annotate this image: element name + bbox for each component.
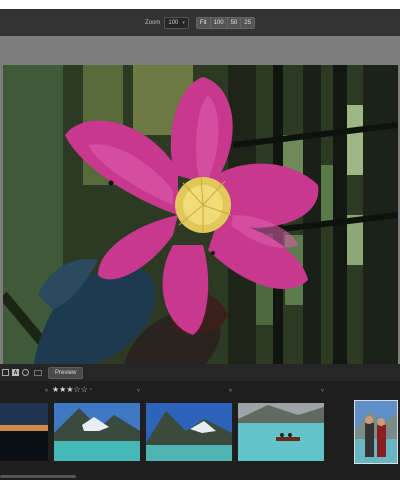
zoom-fit-button[interactable]: Fit — [195, 16, 211, 29]
filmstrip: ▿ ★★★☆☆ ▫ ▿ ▿ ▿ — [0, 381, 400, 480]
badge-icon[interactable]: A — [12, 369, 19, 376]
preview-button[interactable]: Preview — [48, 366, 84, 379]
thumbnail-couple-portrait[interactable] — [354, 400, 398, 464]
main-photo[interactable] — [3, 65, 398, 367]
thumbnail-glacier-lake[interactable] — [54, 403, 140, 461]
chevron-down-icon: ▾ — [182, 19, 185, 26]
label-icon[interactable]: ▫ — [90, 387, 92, 393]
zoom-25-button[interactable]: 25 — [240, 16, 255, 29]
select-checkbox-icon[interactable] — [2, 369, 9, 376]
zoom-presets: Fit 100 50 25 — [195, 16, 255, 29]
flag-icon[interactable]: ▿ — [45, 387, 48, 394]
zoom-label: Zoom — [145, 19, 161, 26]
flag-icon[interactable]: ▿ — [137, 387, 140, 394]
thumbnail-mountain-valley[interactable] — [146, 403, 232, 461]
thumbnail-sunset[interactable] — [0, 403, 48, 461]
flag-icon[interactable]: ▿ — [229, 387, 232, 394]
zoom-select[interactable]: 100 ▾ — [164, 16, 189, 29]
rectangle-icon[interactable] — [34, 369, 42, 376]
window-top-strip — [0, 0, 400, 9]
circle-icon[interactable] — [22, 369, 29, 376]
thumbnail-canoe-lake[interactable] — [238, 403, 324, 461]
zoom-toolbar: Zoom 100 ▾ Fit 100 50 25 — [0, 9, 400, 36]
zoom-100-button[interactable]: 100 — [209, 16, 228, 29]
star-rating[interactable]: ★★★☆☆ — [52, 385, 88, 394]
flag-icon[interactable]: ▿ — [321, 387, 324, 394]
zoom-50-button[interactable]: 50 — [226, 16, 242, 29]
filmstrip-scrollbar[interactable] — [0, 475, 76, 478]
thumbnail-toolbar: A Preview — [0, 364, 400, 381]
zoom-value: 100 — [168, 19, 179, 26]
image-viewer[interactable] — [0, 36, 400, 367]
